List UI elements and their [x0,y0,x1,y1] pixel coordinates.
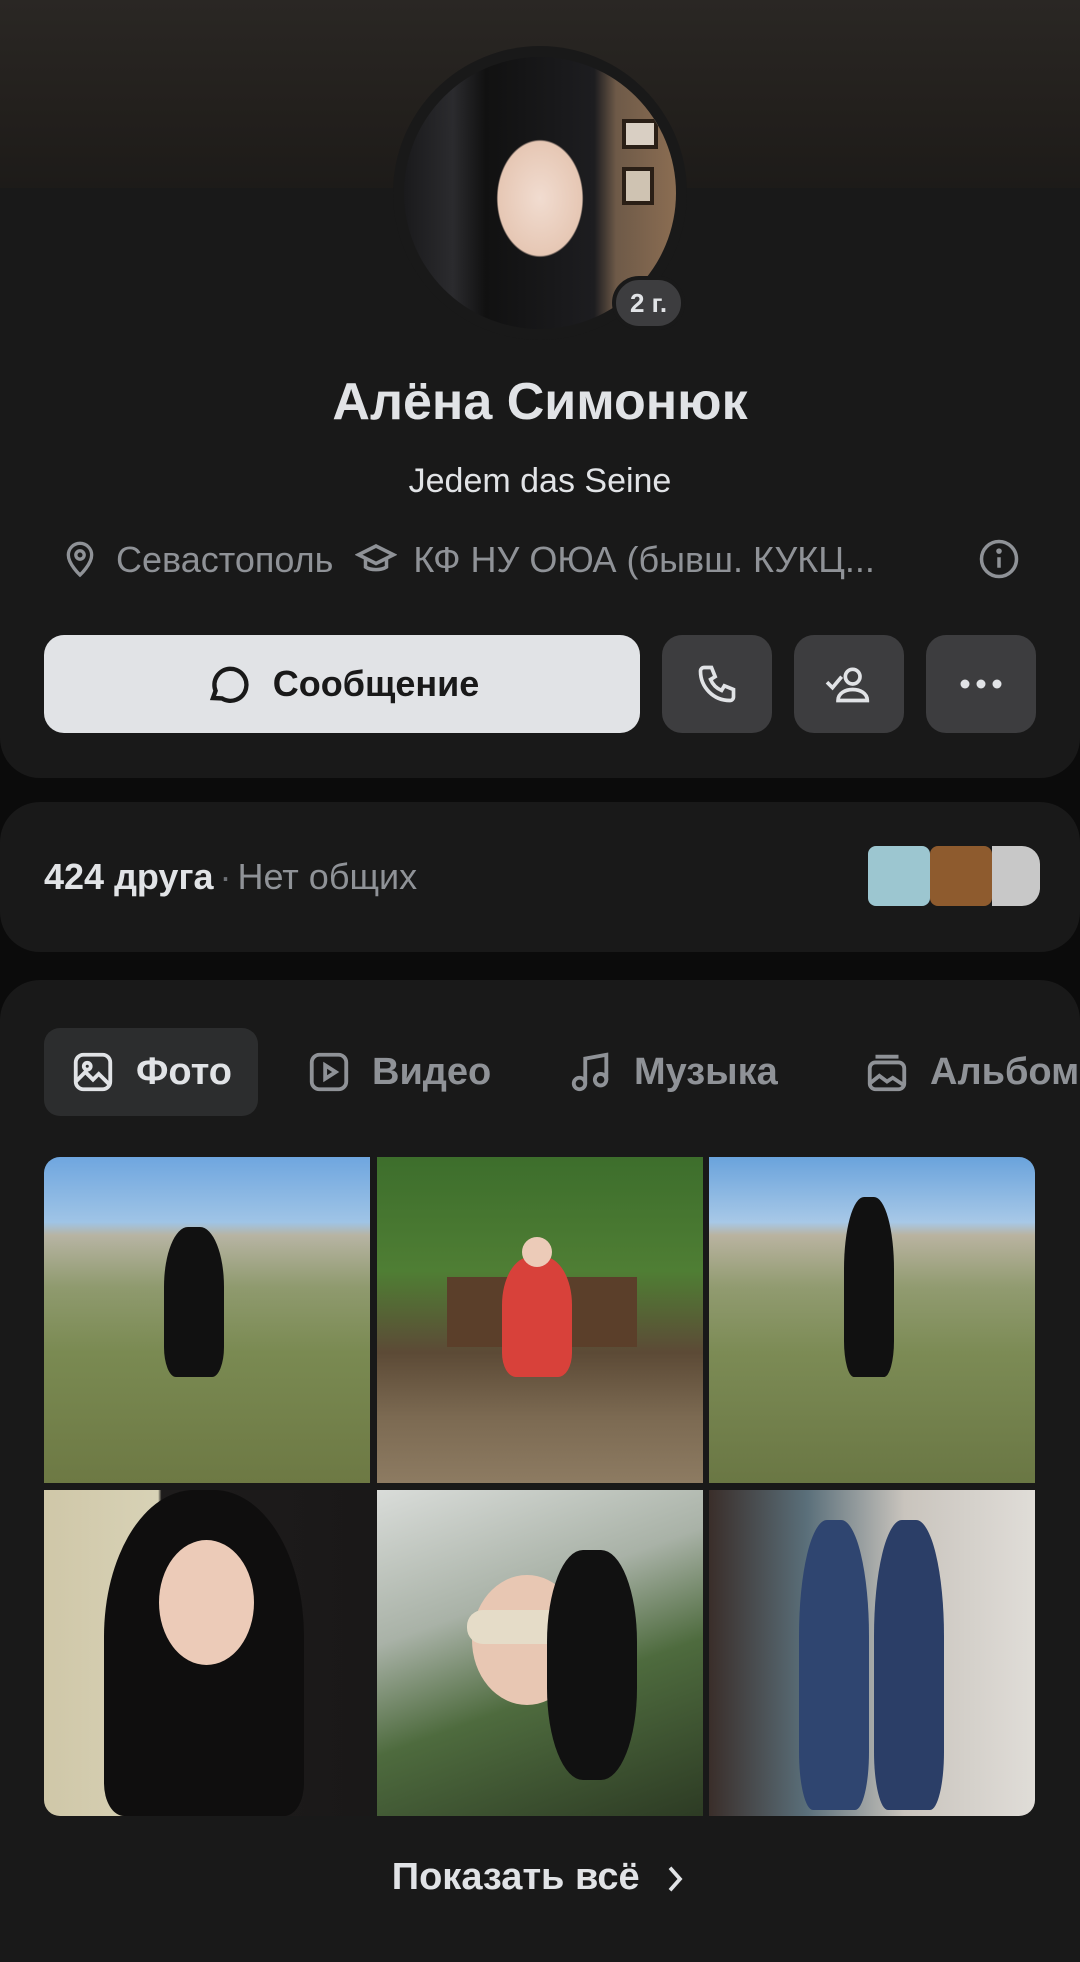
photo-figure [502,1257,572,1377]
graduation-cap-icon [355,544,398,572]
friend-status-button[interactable] [794,635,904,733]
friends-summary[interactable]: 424 друга · Нет общих [44,856,417,898]
avatar-background-frame [622,167,654,205]
friend-avatar [868,846,930,906]
mutual-friends: Нет общих [237,856,418,897]
friend-avatar [930,846,992,906]
photo-thumbnail[interactable] [44,1490,370,1816]
tab-music[interactable]: Музыка [568,1028,778,1116]
friends-separator: · [219,856,232,897]
tab-photos[interactable]: Фото [44,1028,259,1116]
friends-count: 424 друга [44,856,214,897]
tab-label: Фото [136,1050,233,1093]
avatar-age-badge: 2 г. [612,276,686,330]
photo-hair [547,1550,637,1780]
profile-status: Jedem das Seine [408,462,672,500]
album-icon [867,1054,907,1092]
location-pin-icon [66,541,94,578]
user-check-icon [825,667,870,703]
photo-icon [73,1052,113,1092]
more-button[interactable] [926,635,1036,733]
video-icon [309,1052,349,1092]
more-dots-icon [960,679,1002,689]
avatar-background-frame [622,119,658,149]
media-tabs: Фото Видео Музыка Альбомы [44,1028,1080,1116]
profile-city: Севастополь [116,539,334,580]
tab-videos[interactable]: Видео [306,1028,491,1116]
tab-label: Альбомы [930,1050,1080,1093]
show-all-link[interactable]: Показать всё [0,1856,1080,1899]
tab-label: Музыка [634,1050,778,1093]
chat-bubble-icon [209,666,249,703]
music-note-icon [571,1052,609,1092]
profile-education: КФ НУ ОЮА (бывш. КУКЦ... [413,539,875,580]
message-button-label: Сообщение [272,663,480,704]
tab-albums[interactable]: Альбомы [864,1028,1080,1116]
photo-figure [844,1197,894,1377]
tab-label: Видео [372,1050,492,1093]
photo-face [159,1540,254,1665]
photo-thumbnail[interactable] [44,1157,370,1483]
photo-thumbnail[interactable] [709,1157,1035,1483]
profile-name: Алёна Симонюк [332,373,748,431]
friend-avatar [992,846,1040,906]
message-button[interactable]: Сообщение [44,635,640,733]
photo-figure [164,1227,224,1377]
info-icon[interactable] [978,538,1020,580]
photo-thumbnail[interactable] [377,1490,703,1816]
photo-figure [874,1520,944,1810]
friend-avatars-preview[interactable] [868,846,1040,906]
photo-thumbnail[interactable] [377,1157,703,1483]
photo-face [522,1237,552,1267]
chevron-right-icon [668,1866,683,1892]
photo-figure [799,1520,869,1810]
phone-icon [698,665,736,703]
show-all-label: Показать всё [391,1856,640,1898]
photo-thumbnail[interactable] [709,1490,1035,1816]
call-button[interactable] [662,635,772,733]
profile-info-row[interactable]: Севастополь КФ НУ ОЮА (бывш. КУКЦ... [60,532,1020,588]
